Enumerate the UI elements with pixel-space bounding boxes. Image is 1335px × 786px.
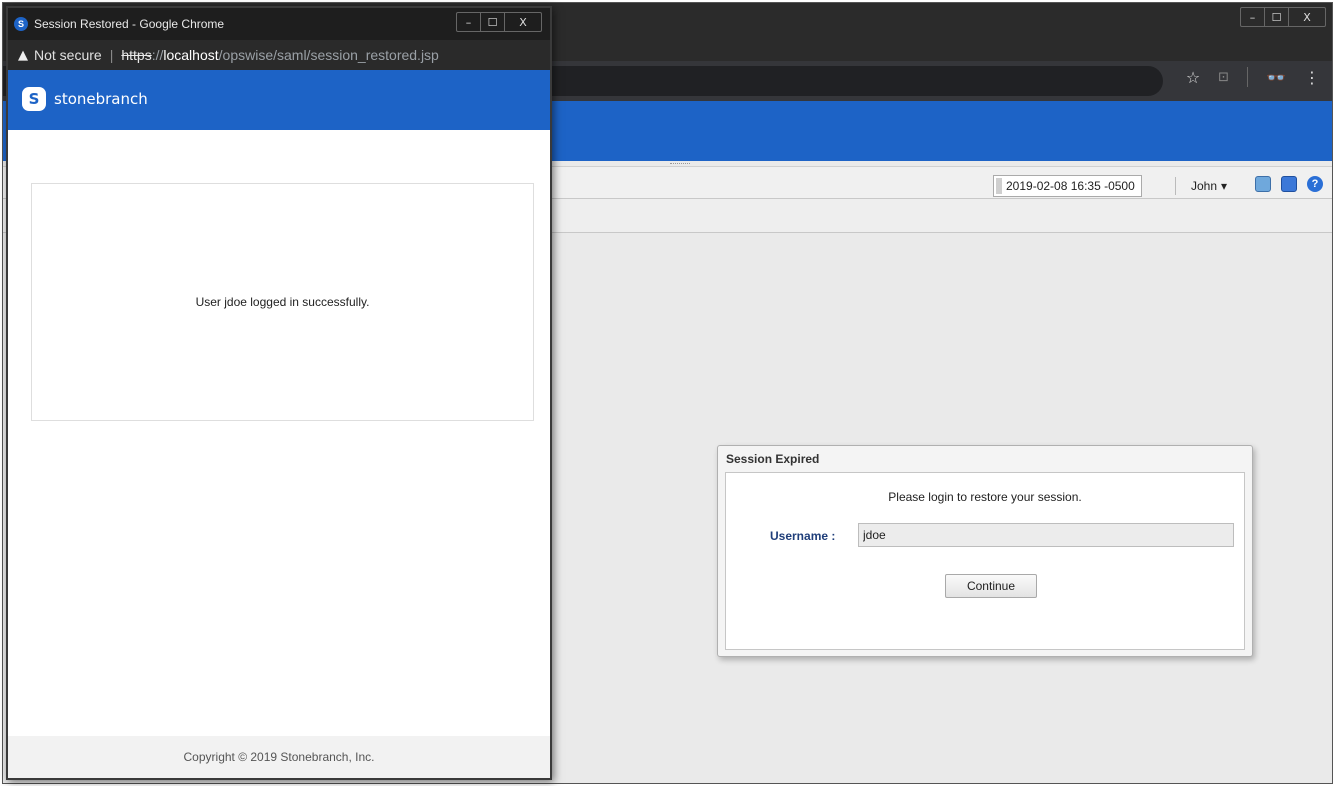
close-button[interactable]: X [1289,8,1325,26]
incognito-icon[interactable]: 👓 [1266,68,1286,87]
username-input[interactable] [858,523,1234,547]
popup-window-title: Session Restored - Google Chrome [34,17,225,31]
stonebranch-logo-icon: S [22,87,46,111]
popup-close-button[interactable]: X [505,13,541,31]
url-path: /opswise/saml/session_restored.jsp [218,47,439,63]
status-icons: ? [1255,176,1323,192]
desktop-icon[interactable] [1281,176,1297,192]
warning-icon: ▲ [18,47,28,63]
popup-address-bar[interactable]: ▲ Not secure | https://localhost/opswise… [8,40,550,70]
cast-icon[interactable]: ⊡ [1218,70,1229,85]
session-expired-dialog: Session Expired Please login to restore … [717,445,1253,657]
address-separator: | [109,47,114,63]
dialog-title: Session Expired [726,452,820,466]
datetime-display: 2019-02-08 16:35 -0500 [993,175,1142,197]
url-scheme: https [121,47,152,63]
help-icon[interactable]: ? [1307,176,1323,192]
copyright-footer: Copyright © 2019 Stonebranch, Inc. [8,736,550,778]
brand-name: stonebranch [54,90,148,108]
username-label: Username : [770,529,836,543]
user-menu[interactable]: John ▾ [1191,179,1227,193]
toolbar-separator [1247,67,1249,87]
more-vert-icon[interactable]: ⋮ [1304,68,1320,87]
user-name: John [1191,179,1218,193]
popup-maximize-button[interactable]: ☐ [481,13,505,31]
home-monitor-icon[interactable] [1255,176,1271,192]
dialog-message: Please login to restore your session. [888,490,1082,504]
main-window-controls: – ☐ X [1240,7,1326,27]
session-restored-popup: S Session Restored - Google Chrome – ☐ X… [6,6,552,780]
popup-titlebar: S Session Restored - Google Chrome – ☐ X [8,8,550,40]
status-separator [1175,177,1176,195]
star-icon[interactable]: ☆ [1186,68,1200,87]
stonebranch-favicon-icon: S [14,17,28,31]
not-secure-label[interactable]: Not secure [34,47,102,63]
url-host: localhost [163,47,219,63]
maximize-button[interactable]: ☐ [1265,8,1289,26]
popup-brand-header: S stonebranch [8,70,550,130]
popup-minimize-button[interactable]: – [457,13,481,31]
continue-button[interactable]: Continue [945,574,1037,598]
chevron-down-icon: ▾ [1221,179,1228,193]
url-scheme-separator: :// [151,47,164,63]
minimize-button[interactable]: – [1241,8,1265,26]
success-message: User jdoe logged in successfully. [195,295,370,309]
popup-window-controls: – ☐ X [456,12,542,32]
success-panel: User jdoe logged in successfully. [31,183,534,421]
main-toolbar-icons: ☆ ⊡ 👓 ⋮ [1186,67,1320,87]
dialog-body: Please login to restore your session. Us… [725,472,1245,650]
